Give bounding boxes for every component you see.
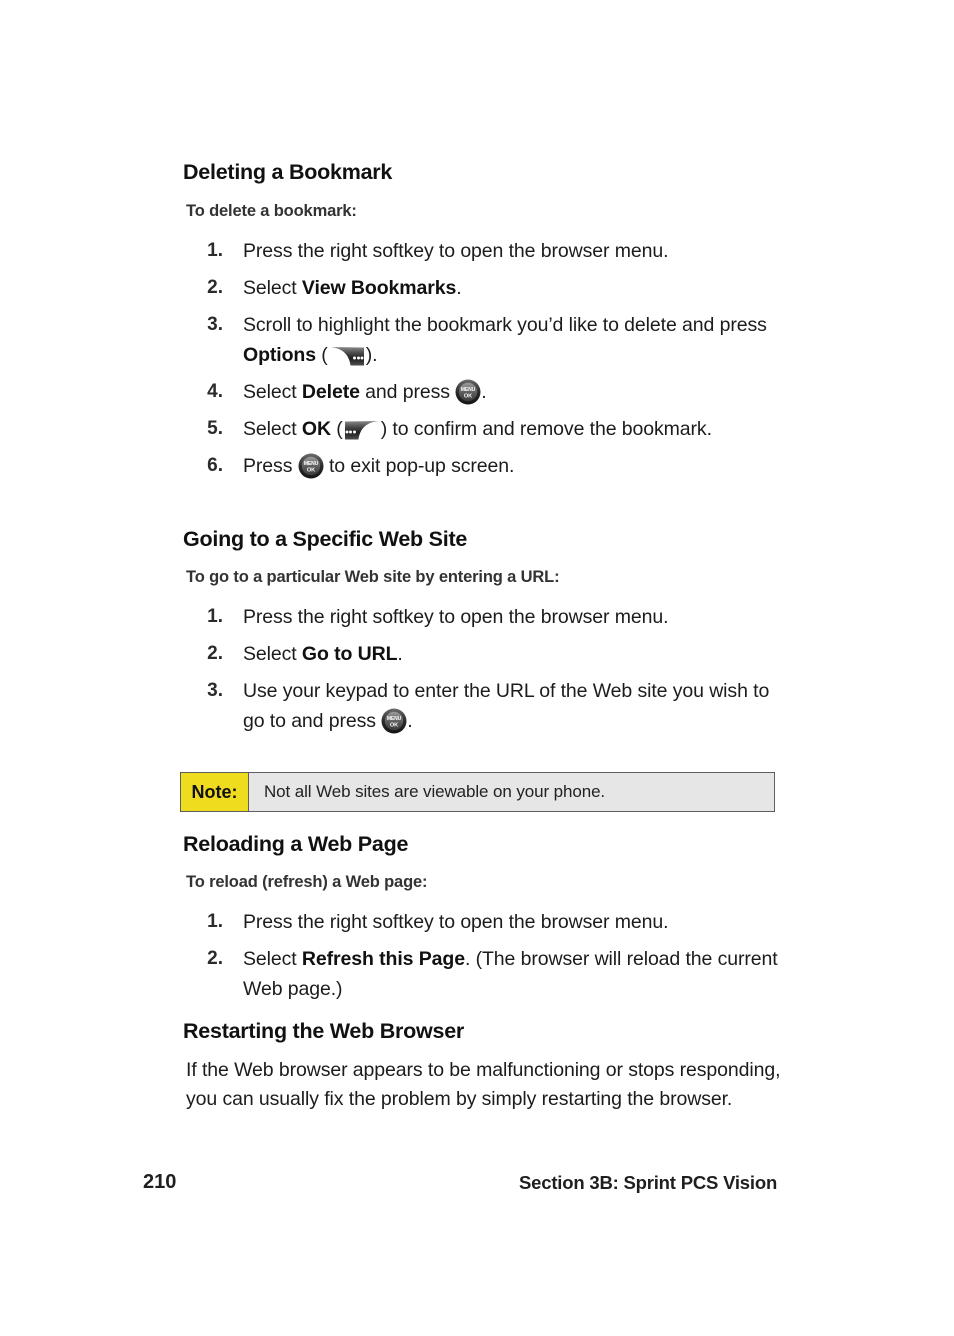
list-item: 1. Press the right softkey to open the b… xyxy=(183,907,783,937)
step-text: Select xyxy=(243,643,302,665)
section-heading-restarting-the-web-browser: Restarting the Web Browser xyxy=(183,1019,465,1043)
list-item: 6. Press MENU OK to exit pop-up screen. xyxy=(183,451,783,481)
list-item-number: 1. xyxy=(207,240,223,261)
menu-option-label: Refresh this Page xyxy=(301,948,465,970)
list-item: 3. Use your keypad to enter the URL of t… xyxy=(183,676,783,736)
list-item-text: Use your keypad to enter the URL of the … xyxy=(243,676,783,736)
steps-list-going-to-a-specific-web-site: 1. Press the right softkey to open the b… xyxy=(183,602,783,743)
step-text: Scroll to highlight the bookmark you’d l… xyxy=(243,314,767,336)
step-text: Press the right softkey to open the brow… xyxy=(243,911,669,933)
step-text: Select xyxy=(243,381,302,403)
list-item: 5. Select OK ( ) to confirm and remove th… xyxy=(183,414,783,444)
list-item-text: Select Delete and press MENU OK. xyxy=(243,377,783,407)
list-item-number: 3. xyxy=(207,680,223,701)
list-item-text: Press the right softkey to open the brow… xyxy=(243,236,783,266)
section-heading-deleting-a-bookmark: Deleting a Bookmark xyxy=(183,160,393,184)
svg-text:MENU: MENU xyxy=(304,461,319,467)
list-item-text: Select Refresh this Page. (The browser w… xyxy=(243,944,783,1004)
step-text: Select xyxy=(243,277,302,299)
menu-ok-key-icon: MENU OK xyxy=(298,453,324,479)
svg-text:MENU: MENU xyxy=(387,716,402,722)
menu-option-label: View Bookmarks xyxy=(301,277,457,299)
list-item-text: Press the right softkey to open the brow… xyxy=(243,602,783,632)
step-text-end: ) to confirm and remove the bookmark. xyxy=(380,418,712,440)
list-item-number: 2. xyxy=(207,948,223,969)
step-text-tail: ( xyxy=(330,418,343,440)
manual-page: Deleting a Bookmark To delete a bookmark… xyxy=(0,0,954,1336)
left-softkey-icon xyxy=(343,418,381,441)
step-text: Press the right softkey to open the brow… xyxy=(243,606,669,628)
note-label: Note: xyxy=(181,773,249,811)
svg-text:OK: OK xyxy=(307,468,315,474)
menu-option-label: Options xyxy=(243,344,316,366)
right-softkey-icon xyxy=(328,344,366,367)
list-item-number: 1. xyxy=(207,606,223,627)
list-item-text: Select OK ( ) to confirm and remove the b… xyxy=(243,414,783,444)
step-text: Select xyxy=(243,948,302,970)
step-text-end: . xyxy=(407,710,413,732)
list-item-number: 2. xyxy=(207,277,223,298)
menu-option-label: Delete xyxy=(301,381,360,403)
svg-text:MENU: MENU xyxy=(461,387,476,393)
list-item: 2. Select Go to URL. xyxy=(183,639,783,669)
step-text-tail: . xyxy=(397,643,403,665)
step-text: Select xyxy=(243,418,302,440)
list-item-number: 1. xyxy=(207,911,223,932)
menu-ok-key-icon: MENU OK xyxy=(381,708,407,734)
step-text: Use your keypad to enter the URL of the … xyxy=(243,680,770,732)
note-box: Note: Not all Web sites are viewable on … xyxy=(180,772,775,812)
list-item-text: Select Go to URL. xyxy=(243,639,783,669)
list-item: 1. Press the right softkey to open the b… xyxy=(183,602,783,632)
list-item-number: 2. xyxy=(207,643,223,664)
svg-text:OK: OK xyxy=(464,394,472,400)
list-item-number: 4. xyxy=(207,381,223,402)
section-heading-reloading-a-web-page: Reloading a Web Page xyxy=(183,832,409,856)
step-text-tail: . xyxy=(456,277,462,299)
footer-section-title: Section 3B: Sprint PCS Vision xyxy=(519,1172,778,1193)
menu-option-label: OK xyxy=(301,418,331,440)
subheading-to-go-to-a-particular-web-site: To go to a particular Web site by enteri… xyxy=(186,568,560,586)
restarting-browser-paragraph: If the Web browser appears to be malfunc… xyxy=(186,1059,781,1110)
step-text-end: ). xyxy=(365,344,378,366)
list-item: 3. Scroll to highlight the bookmark you’… xyxy=(183,310,783,370)
list-item-number: 5. xyxy=(207,418,223,439)
list-item-text: Scroll to highlight the bookmark you’d l… xyxy=(243,310,783,370)
step-text-tail: ( xyxy=(315,344,328,366)
step-text: Press the right softkey to open the brow… xyxy=(243,240,669,262)
list-item: 2. Select View Bookmarks. xyxy=(183,273,783,303)
step-text-tail: and press xyxy=(359,381,456,403)
subheading-to-reload-refresh-a-web-page: To reload (refresh) a Web page: xyxy=(186,873,428,891)
footer-page-number: 210 xyxy=(143,1171,177,1193)
menu-option-label: Go to URL xyxy=(301,643,398,665)
section-heading-going-to-a-specific-web-site: Going to a Specific Web Site xyxy=(183,527,468,551)
steps-list-deleting-a-bookmark: 1. Press the right softkey to open the b… xyxy=(183,236,783,488)
list-item-text: Press MENU OK to exit pop-up screen. xyxy=(243,451,783,481)
svg-text:OK: OK xyxy=(390,723,398,729)
step-text: Press xyxy=(243,455,298,477)
menu-ok-key-icon: MENU OK xyxy=(455,379,481,405)
list-item-number: 3. xyxy=(207,314,223,335)
step-text-end: to exit pop-up screen. xyxy=(323,455,515,477)
list-item: 1. Press the right softkey to open the b… xyxy=(183,236,783,266)
list-item: 2. Select Refresh this Page. (The browse… xyxy=(183,944,783,1004)
note-text: Not all Web sites are viewable on your p… xyxy=(264,782,606,801)
subheading-to-delete-a-bookmark: To delete a bookmark: xyxy=(186,202,357,220)
list-item-number: 6. xyxy=(207,455,223,476)
list-item-text: Press the right softkey to open the brow… xyxy=(243,907,783,937)
steps-list-reloading-a-web-page: 1. Press the right softkey to open the b… xyxy=(183,907,783,1011)
step-text-end: . xyxy=(481,381,487,403)
list-item: 4. Select Delete and press MENU OK. xyxy=(183,377,783,407)
list-item-text: Select View Bookmarks. xyxy=(243,273,783,303)
